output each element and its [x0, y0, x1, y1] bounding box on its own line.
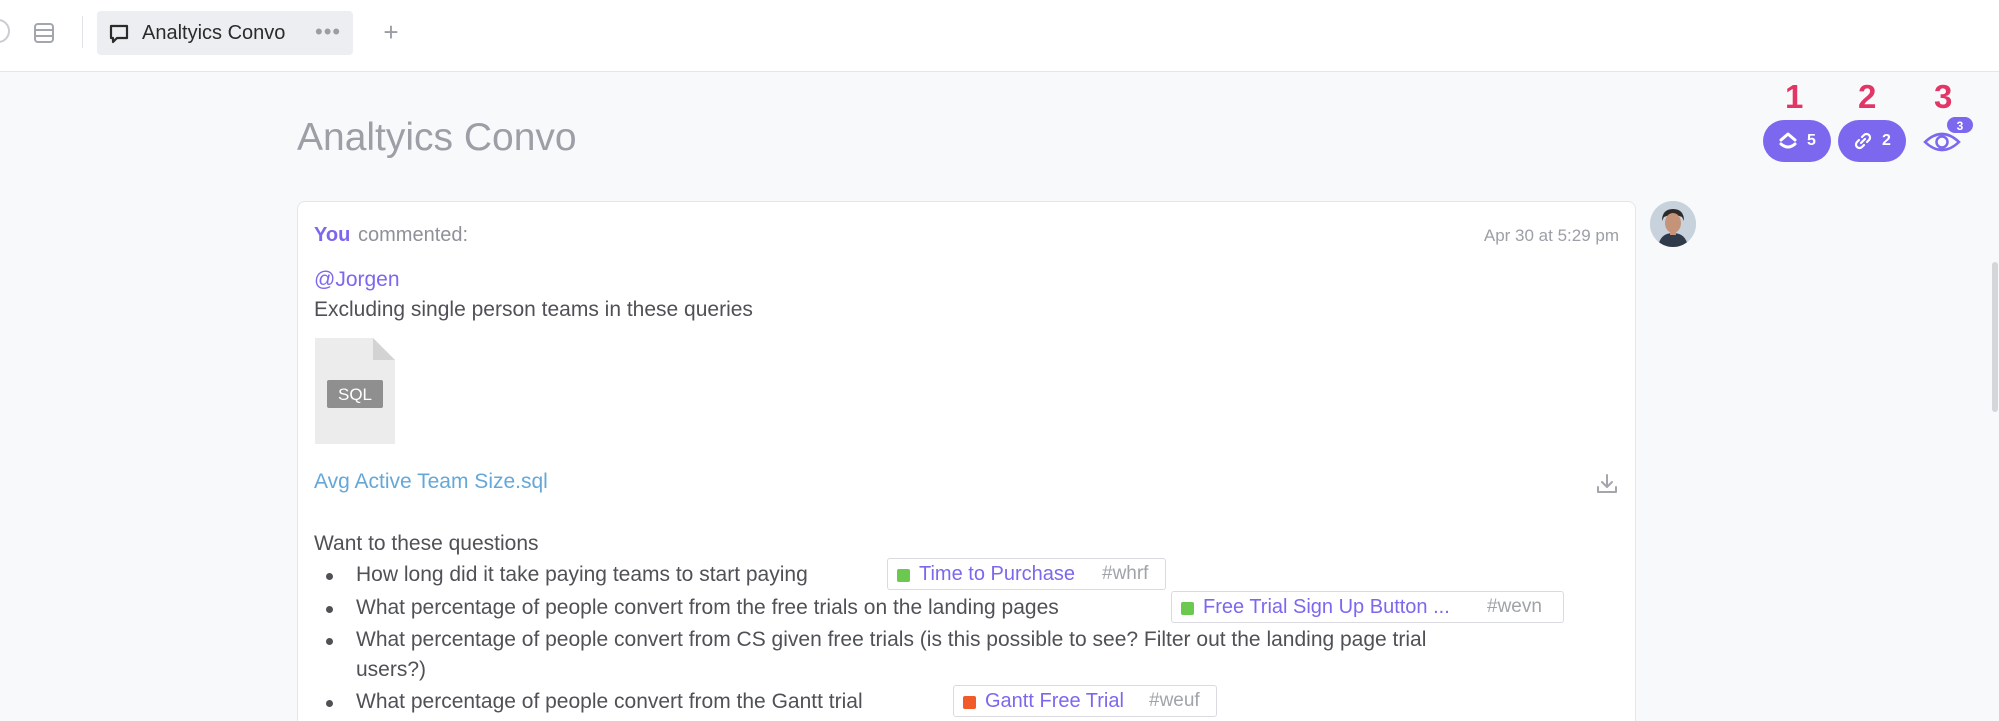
page-title: Analtyics Convo — [297, 116, 577, 159]
avatar[interactable] — [1650, 201, 1696, 247]
question-text: What percentage of people convert from t… — [356, 596, 1059, 619]
comment-author[interactable]: You — [314, 224, 350, 247]
sidebar-toggle[interactable] — [0, 19, 10, 43]
tab-title: Analtyics Convo — [142, 22, 286, 44]
task-tag-time-to-purchase[interactable]: Time to Purchase #whrf — [887, 558, 1166, 590]
bullet-dot — [326, 700, 333, 707]
avatar-photo-icon — [1650, 201, 1696, 247]
tag-id: #wevn — [1487, 596, 1542, 617]
tag-name: Time to Purchase — [919, 563, 1075, 585]
attachments-count: 2 — [1882, 132, 1891, 149]
tab-analytics-convo[interactable]: Analtyics Convo ••• — [97, 11, 353, 55]
task-tag-free-trial-sign-up[interactable]: Free Trial Sign Up Button ... #wevn — [1171, 591, 1564, 623]
annotation-2: 2 — [1858, 78, 1877, 115]
sql-file-icon[interactable]: SQL — [315, 338, 395, 444]
task-tag-gantt-free-trial[interactable]: Gantt Free Trial #weuf — [953, 685, 1217, 717]
question-text-continued: users?) — [356, 658, 427, 681]
tag-id: #whrf — [1102, 563, 1149, 584]
tag-name: Free Trial Sign Up Button ... — [1203, 596, 1450, 618]
tab-more-icon[interactable]: ••• — [315, 11, 341, 55]
annotation-1: 1 — [1785, 78, 1804, 115]
divider — [82, 16, 83, 48]
bullet-dot — [326, 606, 333, 613]
scrollbar[interactable] — [1989, 72, 1999, 721]
clickup-logo-icon — [1779, 132, 1797, 149]
questions-heading: Want to these questions — [314, 532, 539, 555]
scrollbar-thumb[interactable] — [1992, 262, 1998, 412]
checklist-button[interactable]: 5 — [1763, 120, 1831, 162]
attachments-button[interactable]: 2 — [1838, 120, 1906, 162]
comment-timestamp: Apr 30 at 5:29 pm — [1483, 226, 1619, 245]
list-view-icon[interactable] — [33, 22, 55, 44]
comment-verb: commented: — [358, 224, 469, 246]
tag-name: Gantt Free Trial — [985, 690, 1124, 712]
annotation-3: 3 — [1934, 78, 1953, 115]
tag-id: #weuf — [1149, 690, 1200, 711]
tag-status-swatch — [1181, 602, 1194, 615]
chat-bubble-icon — [109, 24, 129, 44]
question-text: How long did it take paying teams to sta… — [356, 563, 808, 586]
add-tab-button[interactable]: + — [376, 14, 406, 50]
tag-status-swatch — [897, 569, 910, 582]
checklist-count: 5 — [1807, 132, 1816, 149]
attachment-filename-link[interactable]: Avg Active Team Size.sql — [314, 470, 548, 494]
question-text: What percentage of people convert from C… — [356, 628, 1427, 651]
top-bar: Analtyics Convo ••• + — [0, 0, 1999, 72]
bullet-dot — [326, 638, 333, 645]
question-text: What percentage of people convert from t… — [356, 690, 863, 713]
link-icon — [1854, 132, 1872, 150]
bullet-dot — [326, 573, 333, 580]
download-icon[interactable] — [1595, 472, 1619, 496]
comment-card: You commented: Apr 30 at 5:29 pm @Jorgen… — [297, 201, 1636, 721]
tag-status-swatch — [963, 696, 976, 709]
mention-link[interactable]: @Jorgen — [314, 268, 400, 292]
watchers-count-badge: 3 — [1945, 115, 1975, 135]
sql-file-type-label: SQL — [338, 385, 372, 404]
comment-text: Excluding single person teams in these q… — [314, 298, 753, 321]
